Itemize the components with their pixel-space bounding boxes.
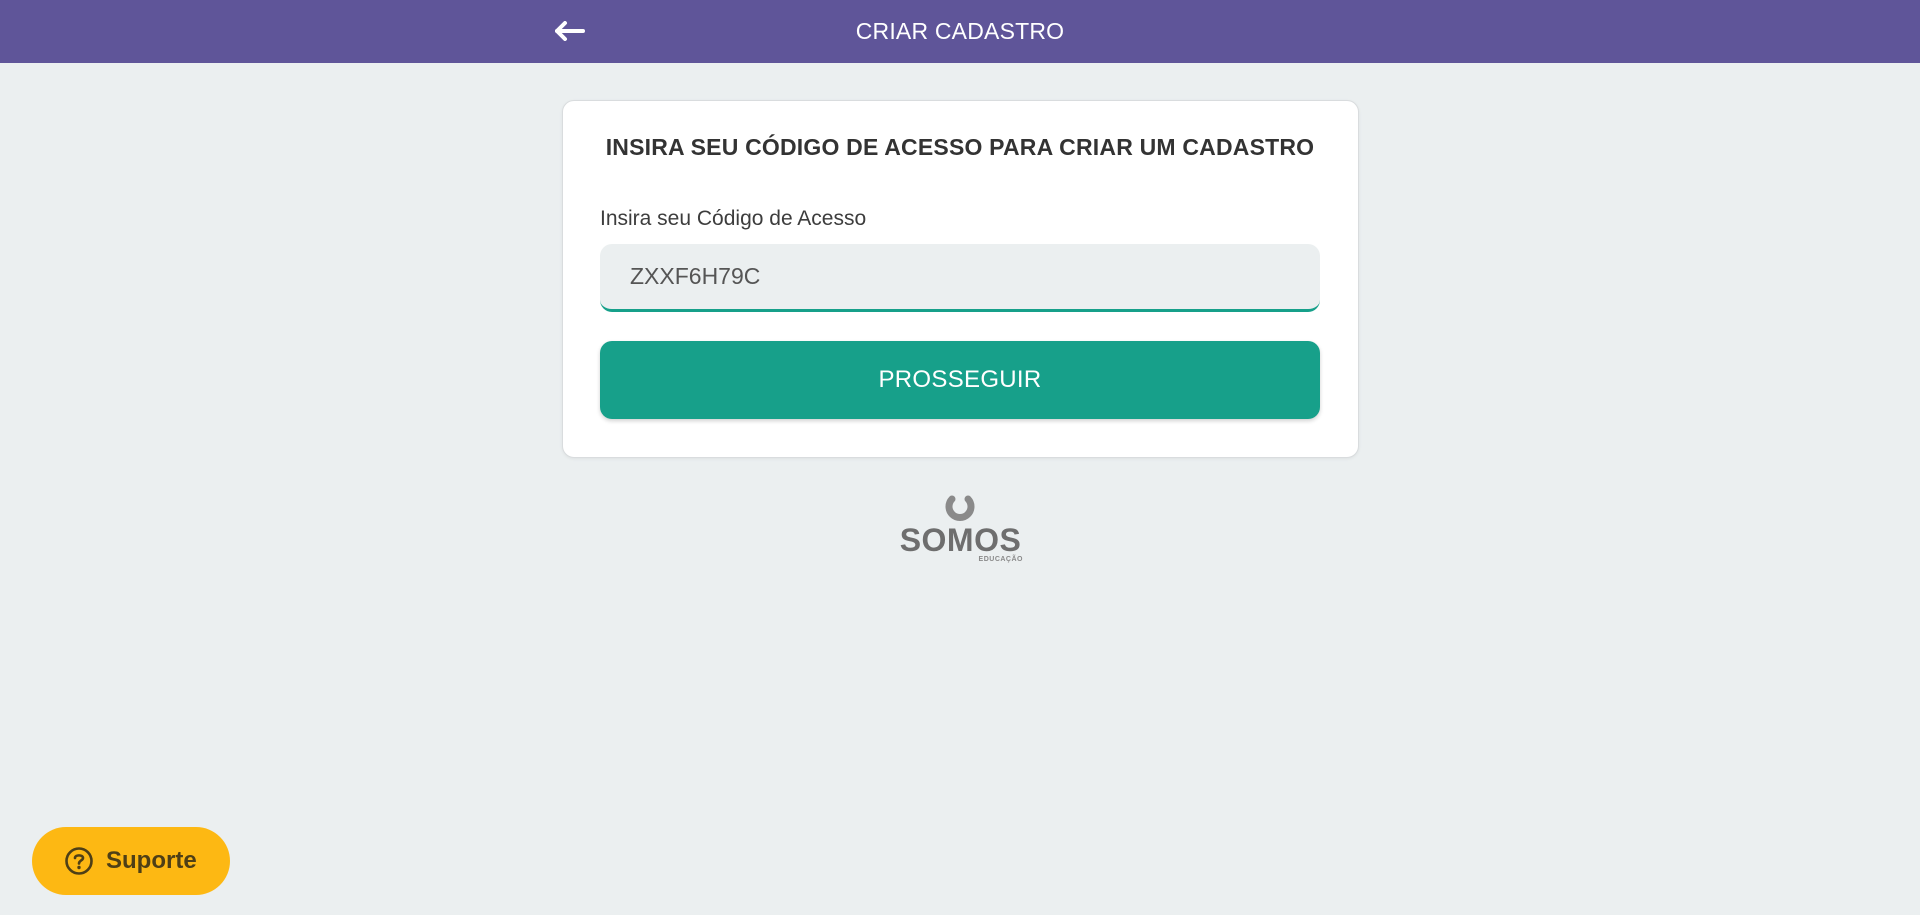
arrow-left-icon bbox=[555, 21, 585, 41]
page-title: CRIAR CADASTRO bbox=[855, 18, 1065, 44]
access-code-input[interactable] bbox=[600, 244, 1320, 312]
support-label: Suporte bbox=[106, 847, 197, 874]
top-bar: CRIAR CADASTRO bbox=[0, 0, 1920, 63]
support-button[interactable]: Suporte bbox=[32, 827, 230, 895]
access-code-label: Insira seu Código de Acesso bbox=[600, 207, 867, 230]
proceed-button[interactable]: PROSSEGUIR bbox=[600, 341, 1320, 419]
logo-wordmark: SOMOS bbox=[899, 522, 1022, 558]
somos-logo: SOMOS EDUCAÇÃO bbox=[898, 492, 1023, 566]
logo-subtitle: EDUCAÇÃO bbox=[978, 556, 1023, 563]
card-heading: INSIRA SEU CÓDIGO DE ACESSO PARA CRIAR U… bbox=[605, 134, 1315, 160]
back-button[interactable] bbox=[553, 17, 587, 45]
question-circle-icon bbox=[65, 847, 93, 875]
